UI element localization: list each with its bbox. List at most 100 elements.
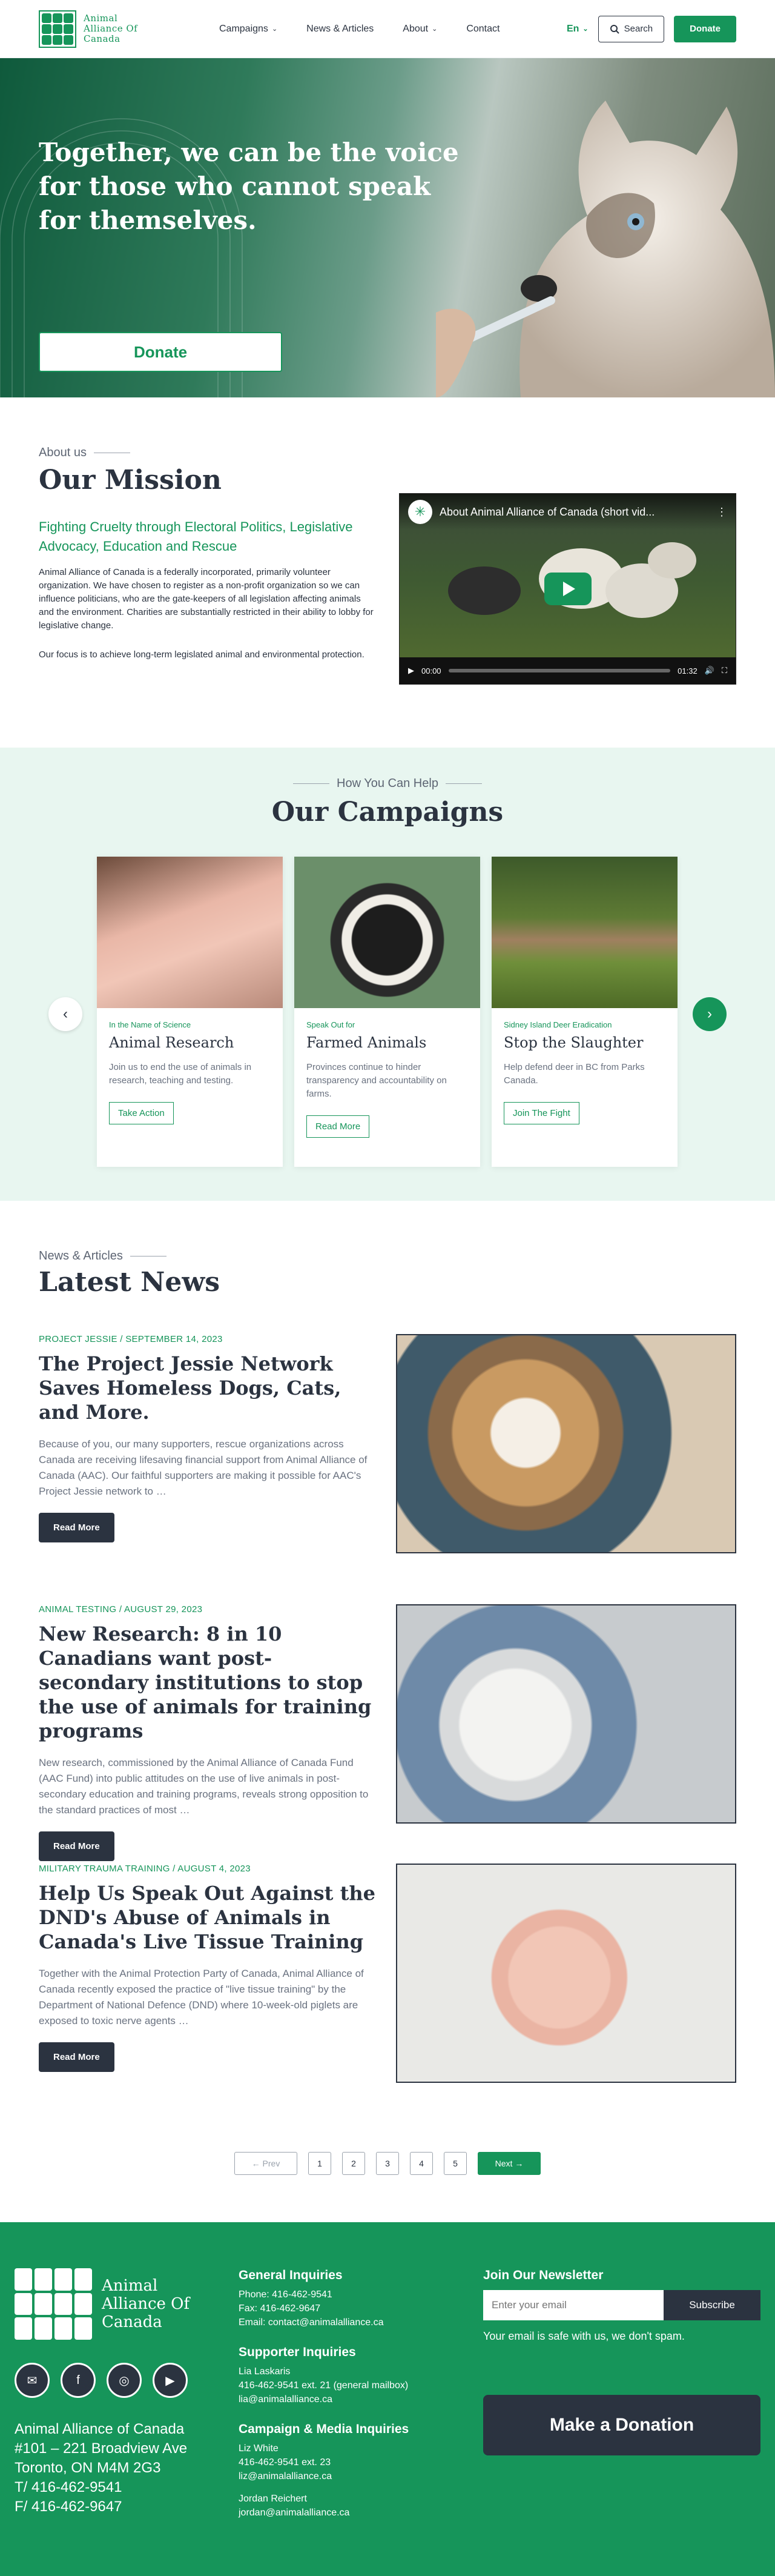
pagination-prev[interactable]: ← Prev xyxy=(234,2152,297,2175)
newsletter-form: Subscribe xyxy=(483,2290,760,2320)
news-article: ANIMAL TESTING / AUGUST 29, 2023 New Res… xyxy=(39,1604,736,1861)
news-article: PROJECT JESSIE / SEPTEMBER 14, 2023 The … xyxy=(39,1334,736,1553)
fullscreen-icon[interactable]: ⛶ xyxy=(722,666,727,676)
media-inquiries: Campaign & Media Inquiries Liz White 416… xyxy=(239,2422,409,2518)
campaign-button[interactable]: Take Action xyxy=(109,1102,174,1124)
volume-icon[interactable]: 🔊 xyxy=(705,666,714,676)
mission-eyebrow: About us xyxy=(39,446,375,460)
subscribe-button[interactable]: Subscribe xyxy=(664,2290,760,2320)
header-donate-button[interactable]: Donate xyxy=(674,15,736,42)
read-more-button[interactable]: Read More xyxy=(39,1513,114,1542)
language-selector[interactable]: En ⌄ xyxy=(567,24,589,35)
campaign-title: Animal Research xyxy=(109,1034,234,1051)
hero-title: Together, we can be the voice for those … xyxy=(39,138,459,235)
video-total-time: 01:32 xyxy=(678,666,698,676)
newsletter-email-input[interactable] xyxy=(483,2290,664,2320)
campaign-title: Farmed Animals xyxy=(306,1034,427,1051)
arrow-left-icon: ‹ xyxy=(63,1006,68,1022)
play-icon[interactable] xyxy=(544,573,592,605)
eyebrow-divider xyxy=(293,783,330,784)
video-progress-bar[interactable] xyxy=(448,669,671,672)
pagination-page[interactable]: 5 xyxy=(444,2152,467,2175)
carousel-prev-button[interactable]: ‹ xyxy=(48,997,82,1031)
search-icon xyxy=(610,24,619,34)
campaign-image-calf xyxy=(294,857,480,1008)
hero-banner: Together, we can be the voice for those … xyxy=(0,58,775,397)
nav-news[interactable]: News & Articles xyxy=(306,24,374,35)
campaign-text: Help defend deer in BC from Parks Canada… xyxy=(504,1062,645,1086)
email-icon[interactable]: ✉ xyxy=(15,2363,50,2398)
pagination-page[interactable]: 3 xyxy=(376,2152,399,2175)
make-donation-button[interactable]: Make a Donation xyxy=(483,2395,760,2455)
campaign-tag: Speak Out for xyxy=(306,1020,355,1029)
read-more-button[interactable]: Read More xyxy=(39,2042,114,2072)
article-image-vet-dog[interactable] xyxy=(396,1604,736,1824)
news-section: News & Articles Latest News PROJECT JESS… xyxy=(0,1201,775,2222)
campaign-card-body: In the Name of Science Animal Research J… xyxy=(97,1008,283,1137)
footer-address: Animal Alliance of Canada #101 – 221 Bro… xyxy=(15,2421,188,2515)
pagination-page[interactable]: 1 xyxy=(308,2152,331,2175)
campaign-text: Provinces continue to hinder transparenc… xyxy=(306,1062,447,1099)
article-image-dog[interactable] xyxy=(396,1334,736,1553)
eyebrow-divider xyxy=(445,783,482,784)
campaigns-title: Our Campaigns xyxy=(271,797,504,828)
campaign-card: Speak Out for Farmed Animals Provinces c… xyxy=(294,857,480,1167)
chevron-down-icon: ⌄ xyxy=(432,25,438,33)
article-excerpt: New research, commissioned by the Animal… xyxy=(39,1757,369,1816)
arrow-right-icon: › xyxy=(707,1006,712,1022)
newsletter-heading: Join Our Newsletter xyxy=(483,2268,604,2282)
video-current-time: 00:00 xyxy=(421,666,441,676)
article-title[interactable]: The Project Jessie Network Saves Homeles… xyxy=(39,1352,378,1424)
mission-content: About us Our Mission Fighting Cruelty th… xyxy=(39,446,375,748)
campaigns-carousel: In the Name of Science Animal Research J… xyxy=(97,857,678,1167)
video-controls: ▶ 00:00 01:32 🔊 ⛶ xyxy=(400,657,736,684)
footer-logo-mark-icon xyxy=(15,2268,92,2340)
search-button[interactable]: Search xyxy=(598,15,665,42)
campaign-image-pig xyxy=(97,857,283,1008)
article-image-piglet[interactable] xyxy=(396,1864,736,2083)
campaign-button[interactable]: Read More xyxy=(306,1115,370,1138)
mission-subtitle: Fighting Cruelty through Electoral Polit… xyxy=(39,519,353,554)
news-eyebrow: News & Articles xyxy=(39,1249,736,1263)
pagination-page[interactable]: 2 xyxy=(342,2152,365,2175)
hero-donate-button[interactable]: Donate xyxy=(39,332,282,372)
nav-campaigns[interactable]: Campaigns ⌄ xyxy=(219,24,277,35)
video-title[interactable]: About Animal Alliance of Canada (short v… xyxy=(440,506,709,519)
site-logo[interactable]: Animal Alliance Of Canada xyxy=(39,10,190,48)
site-header: Animal Alliance Of Canada Campaigns ⌄ New… xyxy=(0,0,775,58)
pagination-next[interactable]: Next → xyxy=(478,2152,541,2175)
news-article: MILITARY TRAUMA TRAINING / AUGUST 4, 202… xyxy=(39,1864,736,2083)
more-options-icon[interactable]: ⋮ xyxy=(716,506,727,519)
article-title[interactable]: New Research: 8 in 10 Canadians want pos… xyxy=(39,1622,378,1743)
campaign-card-body: Sidney Island Deer Eradication Stop the … xyxy=(492,1008,678,1137)
pagination-page[interactable]: 4 xyxy=(410,2152,433,2175)
facebook-icon[interactable]: f xyxy=(61,2363,96,2398)
logo-mark-icon xyxy=(39,10,76,48)
mission-paragraph: Our focus is to achieve long-term legisl… xyxy=(39,649,364,660)
site-footer: Animal Alliance Of Canada ✉ f ◎ ▶ Animal… xyxy=(0,2222,775,2576)
campaigns-section: How You Can Help Our Campaigns ‹ In the … xyxy=(0,748,775,1201)
nav-contact[interactable]: Contact xyxy=(466,24,500,35)
youtube-icon[interactable]: ▶ xyxy=(153,2363,188,2398)
logo-text: Animal Alliance Of Canada xyxy=(84,13,138,44)
pagination: ← Prev 1 2 3 4 5 Next → xyxy=(0,2152,775,2175)
article-title[interactable]: Help Us Speak Out Against the DND's Abus… xyxy=(39,1881,378,1954)
campaign-tag: In the Name of Science xyxy=(109,1020,191,1029)
mission-section: About us Our Mission Fighting Cruelty th… xyxy=(0,397,775,748)
campaign-card: In the Name of Science Animal Research J… xyxy=(97,857,283,1167)
video-player[interactable]: ✳ About Animal Alliance of Canada (short… xyxy=(399,493,736,685)
carousel-next-button[interactable]: › xyxy=(693,997,727,1031)
campaign-image-deer xyxy=(492,857,678,1008)
campaign-title: Stop the Slaughter xyxy=(504,1034,644,1051)
nav-about[interactable]: About ⌄ xyxy=(403,24,437,35)
play-icon[interactable]: ▶ xyxy=(408,666,414,676)
campaigns-eyebrow: How You Can Help xyxy=(0,777,775,791)
campaign-button[interactable]: Join The Fight xyxy=(504,1102,579,1124)
read-more-button[interactable]: Read More xyxy=(39,1831,114,1861)
footer-brand: Animal Alliance Of Canada ✉ f ◎ ▶ Animal… xyxy=(15,2268,199,2517)
instagram-icon[interactable]: ◎ xyxy=(107,2363,142,2398)
campaign-text: Join us to end the use of animals in res… xyxy=(109,1062,252,1086)
footer-logo[interactable]: Animal Alliance Of Canada xyxy=(15,2268,199,2340)
footer-newsletter: Join Our Newsletter Subscribe Your email… xyxy=(483,2268,760,2455)
campaign-tag: Sidney Island Deer Eradication xyxy=(504,1020,612,1029)
